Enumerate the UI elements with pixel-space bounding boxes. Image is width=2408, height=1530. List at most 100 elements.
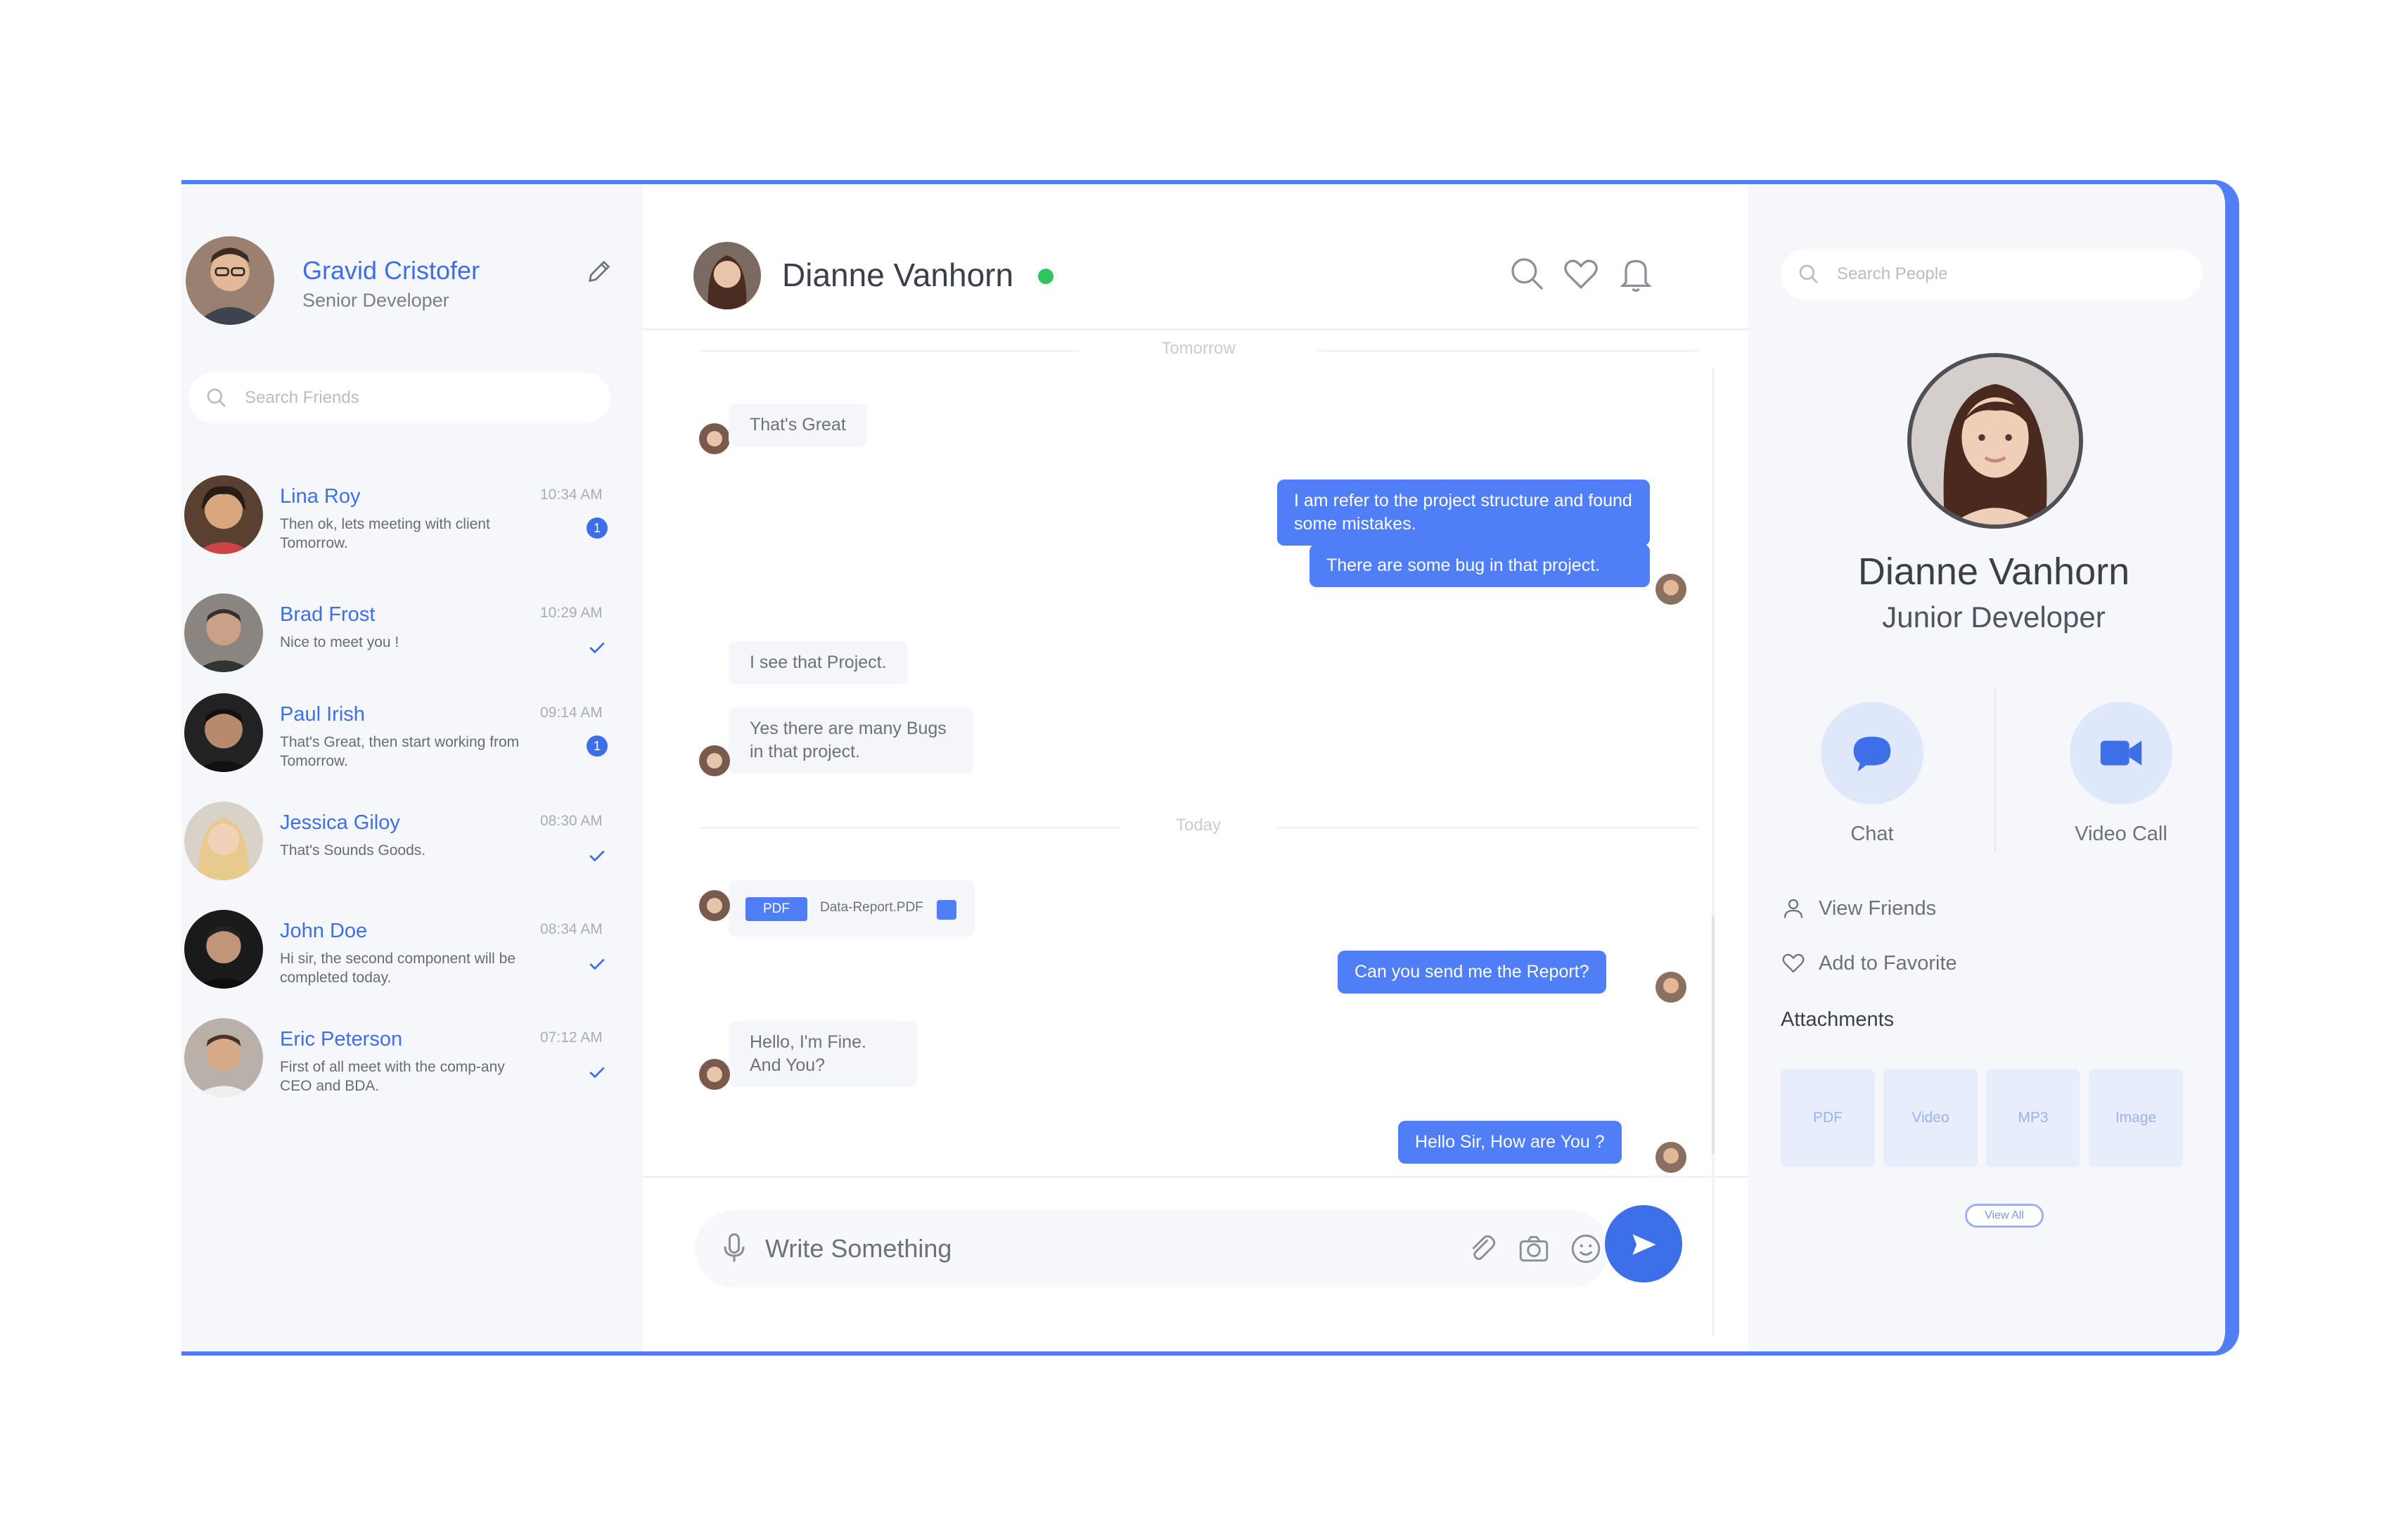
contact-name: Eric Peterson [280,1028,403,1050]
search-icon [207,388,226,407]
date-separator-label: Tomorrow [1161,339,1236,358]
video-camera-icon [2100,740,2142,766]
read-check-icon [589,1067,605,1079]
incoming-message: That's Great [729,404,867,446]
peer-mini-avatar [699,423,730,454]
attachment-pdf-tile[interactable]: PDF [1781,1069,1875,1167]
contact-avatar [184,475,263,554]
outgoing-message: Hello Sir, How are You ? [1398,1121,1622,1164]
unread-badge: 1 [587,735,608,757]
search-people-box [1781,249,2203,300]
outgoing-message: There are some bug in that project. [1309,544,1650,587]
add-favorite-label: Add to Favorite [1819,952,1957,975]
current-user-role: Senior Developer [302,290,449,311]
contact-name: John Doe [280,920,368,942]
scrollbar-thumb[interactable] [1712,915,1715,1155]
contact-last-message: First of all meet with the comp-any CEO … [280,1059,505,1094]
chat-header: Dianne Vanhorn [643,184,1748,330]
user-mini-avatar [1656,574,1686,605]
date-separator: Today [699,813,1698,841]
file-attachment-message[interactable]: PDF Data-Report.PDF [729,880,975,937]
attachment-video-tile[interactable]: Video [1883,1069,1978,1167]
contact-last-message: That's Great, then start working from To… [280,734,520,769]
profile-panel: Dianne Vanhorn Junior Developer Chat Vid… [1748,184,2225,1351]
contacts-sidebar: Gravid Cristofer Senior Developer Lina R… [181,184,643,1351]
incoming-message: Hello, I'm Fine. And You? [729,1021,917,1087]
attachments-title: Attachments [1781,1008,1895,1031]
file-name: Data-Report.PDF [820,900,923,915]
contact-avatar [184,1018,263,1097]
paperclip-icon[interactable] [1464,1231,1499,1266]
contact-name: Lina Roy [280,485,361,508]
incoming-message: Yes there are many Bugs in that project. [729,707,973,773]
search-friends-input[interactable] [245,382,582,413]
video-call-label: Video Call [2075,823,2167,845]
heart-icon[interactable] [1561,255,1601,294]
current-user-card: Gravid Cristofer Senior Developer [186,236,622,328]
view-all-button[interactable]: View All [1965,1204,2044,1228]
read-check-icon [589,850,605,862]
chat-action-button[interactable]: Chat [1802,702,1942,846]
profile-role: Junior Developer [1882,600,2106,634]
unread-badge: 1 [587,518,608,539]
contact-item[interactable]: Brad Frost Nice to meet you ! 10:29 AM [181,593,632,685]
view-friends-label: View Friends [1819,897,1937,920]
video-call-button[interactable]: Video Call [2051,702,2191,846]
contact-last-message: That's Sounds Goods. [280,842,426,859]
send-icon [1632,1234,1656,1255]
pdf-tag: PDF [745,897,807,921]
chat-action-label: Chat [1850,823,1894,845]
chat-bubble-icon [1853,736,1891,772]
contact-name: Brad Frost [280,603,376,626]
contact-name: Jessica Giloy [280,811,400,834]
peer-name: Dianne Vanhorn [782,257,1014,293]
download-icon[interactable] [937,900,956,920]
date-separator-label: Today [1175,816,1222,835]
camera-icon[interactable] [1516,1231,1551,1266]
microphone-icon[interactable] [716,1230,752,1266]
contact-last-message: Nice to meet you ! [280,634,399,650]
outgoing-message: Can you send me the Report? [1338,951,1606,994]
message-input[interactable] [765,1231,1398,1266]
peer-mini-avatar [699,890,730,921]
contact-name: Paul Irish [280,703,365,726]
contact-time: 10:29 AM [540,605,603,621]
contact-avatar [184,593,263,672]
contact-item[interactable]: Lina Roy Then ok, lets meeting with clie… [181,475,632,567]
search-icon[interactable] [1508,255,1547,294]
contact-item[interactable]: John Doe Hi sir, the second component wi… [181,910,632,1001]
incoming-message: I see that Project. [729,641,908,684]
bell-icon[interactable] [1616,255,1656,294]
add-favorite-link[interactable]: Add to Favorite [1781,945,2132,980]
search-people-input[interactable] [1837,259,2175,290]
peer-mini-avatar [699,745,730,776]
emoji-icon[interactable] [1568,1231,1603,1266]
chat-panel: Dianne Vanhorn Tomorrow That's Great I a… [643,184,1748,1351]
contact-avatar [184,693,263,772]
actions-divider [1994,688,1996,852]
message-composer [695,1210,1609,1287]
contact-item[interactable]: Eric Peterson First of all meet with the… [181,1018,632,1110]
contact-time: 10:34 AM [540,487,603,503]
attachment-mp3-tile[interactable]: MP3 [1986,1069,2080,1167]
contact-avatar [184,802,263,880]
current-user-avatar[interactable] [186,236,274,325]
contact-last-message: Hi sir, the second component will be com… [280,951,516,986]
read-check-icon [589,642,605,654]
send-button[interactable] [1605,1205,1682,1282]
contact-item[interactable]: Paul Irish That's Great, then start work… [181,693,632,785]
view-friends-link[interactable]: View Friends [1781,890,2132,925]
contact-item[interactable]: Jessica Giloy That's Sounds Goods. 08:30… [181,802,632,893]
contact-time: 09:14 AM [540,705,603,721]
read-check-icon [589,958,605,970]
user-mini-avatar [1656,972,1686,1003]
profile-avatar [1907,353,2083,529]
contact-avatar [184,910,263,989]
contact-time: 07:12 AM [540,1029,603,1046]
peer-avatar[interactable] [693,242,761,309]
online-status-dot [1038,269,1054,284]
composer-area [643,1176,1748,1351]
attachment-image-tile[interactable]: Image [2089,1069,2183,1167]
pencil-icon[interactable] [585,257,613,285]
user-mini-avatar [1656,1142,1686,1173]
